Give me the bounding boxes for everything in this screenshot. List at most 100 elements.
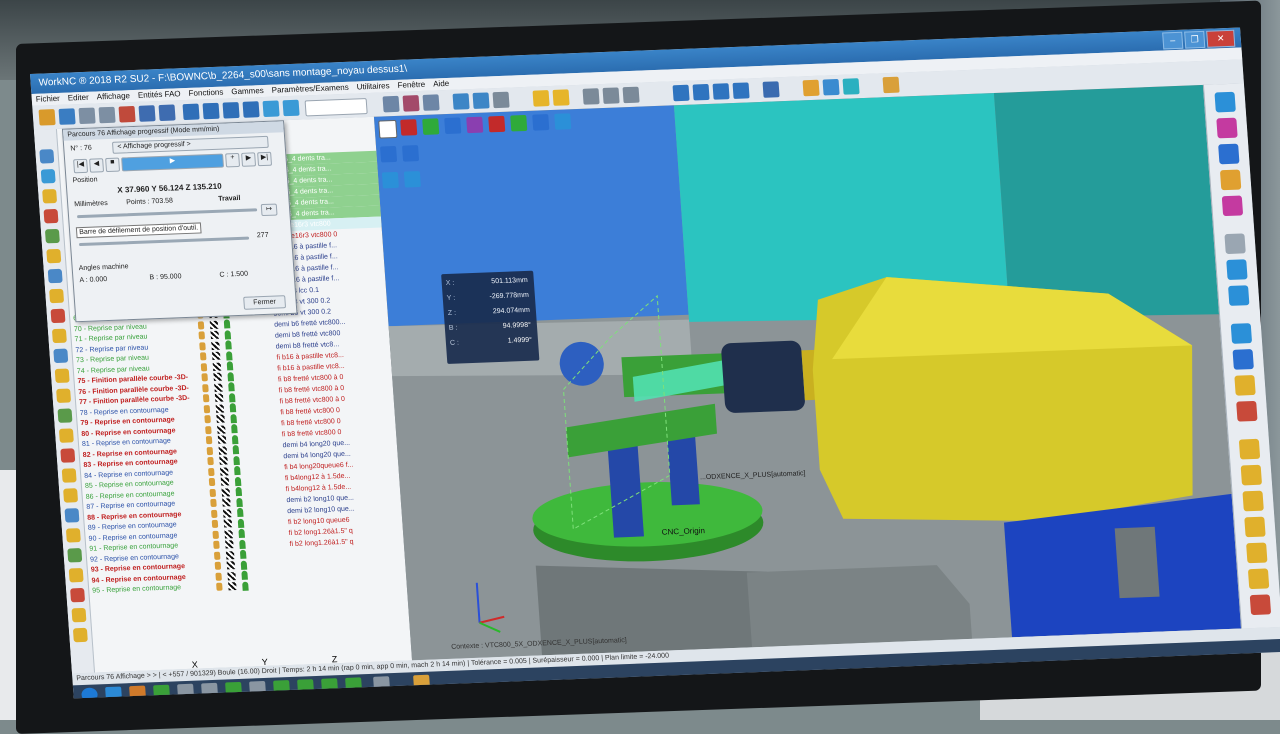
plus-button[interactable]: + [225,152,241,168]
pan-icon[interactable] [242,101,260,118]
layer-select[interactable] [304,98,368,117]
side-tool-icon[interactable] [71,607,87,623]
right-tool-icon[interactable] [1246,542,1268,564]
side-tool-icon[interactable] [50,308,66,324]
tool-icon[interactable] [225,350,233,361]
checker-icon[interactable] [213,372,222,382]
view-xyz-icon[interactable] [380,145,398,163]
view-front-icon[interactable] [488,115,506,133]
side-tool-icon[interactable] [53,348,69,364]
right-tool-icon[interactable] [1232,349,1254,370]
checker-icon[interactable] [225,550,235,560]
checker-icon[interactable] [218,446,228,455]
filter-icon[interactable] [602,87,620,104]
check-icon[interactable] [422,94,440,111]
side-tool-icon[interactable] [39,149,55,164]
lock-icon[interactable] [215,572,222,581]
tool-icon[interactable] [225,340,232,350]
lock-icon[interactable] [216,582,223,592]
lock-icon[interactable] [208,478,216,487]
export-icon[interactable] [882,76,900,94]
side-tool-icon[interactable] [56,388,72,403]
paint-icon[interactable] [622,86,640,104]
lock-icon[interactable] [208,467,215,476]
hand2-icon[interactable] [552,89,570,106]
rotate-icon[interactable] [222,101,240,119]
tool-icon[interactable] [239,549,247,560]
maximize-button[interactable]: ❐ [1184,30,1206,49]
tool-icon[interactable] [228,382,235,392]
view-iso-cube-icon[interactable] [466,116,484,134]
zoom-fit-icon[interactable] [202,102,220,120]
side-tool-icon[interactable] [49,288,65,304]
checker-icon[interactable] [222,509,232,518]
lock-icon[interactable] [203,404,211,414]
lock-icon[interactable] [210,499,217,508]
right-tool-icon[interactable] [1238,438,1261,460]
tool-icon[interactable] [228,392,236,403]
lock-icon[interactable] [202,383,209,393]
tool-icon[interactable] [241,570,248,581]
speed-slider[interactable] [78,236,250,247]
checker-icon[interactable] [217,435,227,445]
checker-icon[interactable] [209,320,219,329]
analysis-icon[interactable] [492,91,510,109]
right-tool-icon[interactable] [1234,374,1256,396]
side-tool-icon[interactable] [57,408,73,423]
last-button[interactable]: ▶| [257,151,273,167]
tool-icon[interactable] [240,560,248,570]
checker-icon[interactable] [223,519,233,528]
layout4-icon[interactable] [732,82,750,99]
right-tool-icon[interactable] [1242,490,1264,512]
tool-icon[interactable] [239,539,246,549]
tool-icon[interactable] [238,529,246,539]
lock-icon[interactable] [199,342,206,351]
tool-icon[interactable] [235,487,243,497]
side-tool-icon[interactable] [47,268,63,284]
wire-icon[interactable] [282,99,300,117]
grid-icon[interactable] [138,105,156,122]
close-dialog-button[interactable]: Fermer [243,295,287,310]
open-icon[interactable] [38,109,56,126]
view-icon[interactable] [158,104,176,122]
right-tool-icon[interactable] [1214,91,1236,113]
checker-icon[interactable] [220,477,230,486]
unit-mm-radio[interactable]: Millimètres [74,200,108,208]
side-tool-icon[interactable] [44,228,60,244]
view-zoom-icon[interactable] [554,113,572,130]
play-button[interactable]: ▶ [121,153,225,172]
right-tool-icon[interactable] [1221,195,1244,217]
tool-icon[interactable] [231,434,239,444]
prev-button[interactable]: ◀ [89,158,105,173]
tool-icon[interactable] [226,361,234,371]
arrow-icon[interactable] [762,81,780,98]
next-button[interactable]: ▶ [241,152,257,167]
layout1-icon[interactable] [672,84,690,102]
lock-icon[interactable] [202,394,210,403]
slider-end-button[interactable]: ↦ [260,203,278,217]
right-tool-icon[interactable] [1228,285,1250,306]
side-tool-icon[interactable] [72,627,88,643]
lock-icon[interactable] [207,457,214,466]
browser-icon[interactable] [105,686,123,699]
right-tool-icon[interactable] [1230,323,1253,344]
right-tool-icon[interactable] [1218,143,1240,165]
checker-icon[interactable] [226,561,236,570]
redo-icon[interactable] [98,106,116,124]
checker-icon[interactable] [211,351,221,361]
side-tool-icon[interactable] [64,508,80,523]
close-button[interactable]: ✕ [1206,29,1236,48]
layout3-icon[interactable] [712,83,730,100]
machine-icon[interactable] [802,79,820,97]
lock-icon[interactable] [211,520,219,529]
checker-icon[interactable] [217,425,226,434]
lock-icon[interactable] [209,488,217,497]
viewport-menu-icon[interactable] [378,119,398,139]
tool-icon[interactable] [236,497,243,507]
view-red-cube-icon[interactable] [400,119,418,136]
checker-icon[interactable] [221,488,231,497]
side-tool-icon[interactable] [46,248,62,264]
right-tool-icon[interactable] [1244,516,1266,538]
checker-icon[interactable] [212,362,222,371]
side-tool-icon[interactable] [60,448,76,463]
